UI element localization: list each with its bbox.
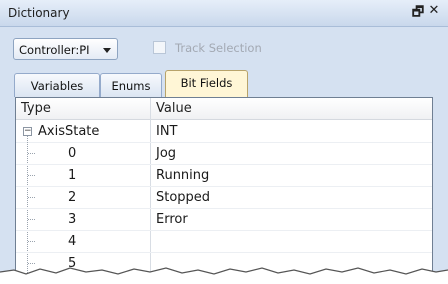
row-value: Jog xyxy=(156,146,177,161)
title-bar: Dictionary 🗗 ✕ xyxy=(0,0,448,27)
chevron-down-icon xyxy=(103,48,111,53)
float-window-icon[interactable]: 🗗 xyxy=(410,3,426,21)
tree-branch xyxy=(28,153,36,154)
row-value: Stopped xyxy=(156,190,211,205)
table-row[interactable]: 0 Jog xyxy=(16,142,432,165)
row-type: AxisState xyxy=(38,124,100,139)
table-row[interactable]: 3 Error xyxy=(16,208,432,231)
row-value: Error xyxy=(156,212,188,227)
tab-bit-fields-label: Bit Fields xyxy=(180,76,233,90)
row-bit: 1 xyxy=(68,168,77,183)
controller-dropdown-value: Controller:PI xyxy=(19,43,90,57)
tab-enums-label: Enums xyxy=(111,79,151,93)
table-row-axisstate[interactable]: − AxisState INT xyxy=(16,120,432,143)
tree-branch xyxy=(28,197,36,198)
tab-bit-fields[interactable]: Bit Fields xyxy=(165,70,248,97)
column-header-value[interactable]: Value xyxy=(156,101,192,116)
table-row[interactable]: 1 Running xyxy=(16,164,432,187)
close-icon[interactable]: ✕ xyxy=(426,3,442,21)
table-row[interactable]: 2 Stopped xyxy=(16,186,432,209)
grid-header: Type Value xyxy=(16,98,432,120)
column-header-type[interactable]: Type xyxy=(21,101,51,116)
track-selection-checkbox[interactable] xyxy=(153,41,166,54)
row-bit: 0 xyxy=(68,146,77,161)
table-row[interactable]: 4 xyxy=(16,230,432,253)
row-value: INT xyxy=(156,124,178,139)
tab-variables[interactable]: Variables xyxy=(14,73,100,97)
collapse-icon[interactable]: − xyxy=(23,127,32,136)
row-bit: 4 xyxy=(68,234,77,249)
bit-fields-grid[interactable]: Type Value − AxisState INT 0 Jog 1 Runni… xyxy=(15,97,433,284)
tree-branch xyxy=(28,219,36,220)
controller-dropdown[interactable]: Controller:PI xyxy=(13,38,118,60)
tree-branch xyxy=(28,175,36,176)
tab-variables-label: Variables xyxy=(30,79,84,93)
tab-enums[interactable]: Enums xyxy=(100,73,162,97)
torn-edge xyxy=(0,267,448,284)
track-selection-label: Track Selection xyxy=(175,41,262,55)
row-bit: 3 xyxy=(68,212,77,227)
window-title: Dictionary xyxy=(8,6,70,20)
row-bit: 2 xyxy=(68,190,77,205)
row-value: Running xyxy=(156,168,210,183)
tree-branch xyxy=(28,241,36,242)
